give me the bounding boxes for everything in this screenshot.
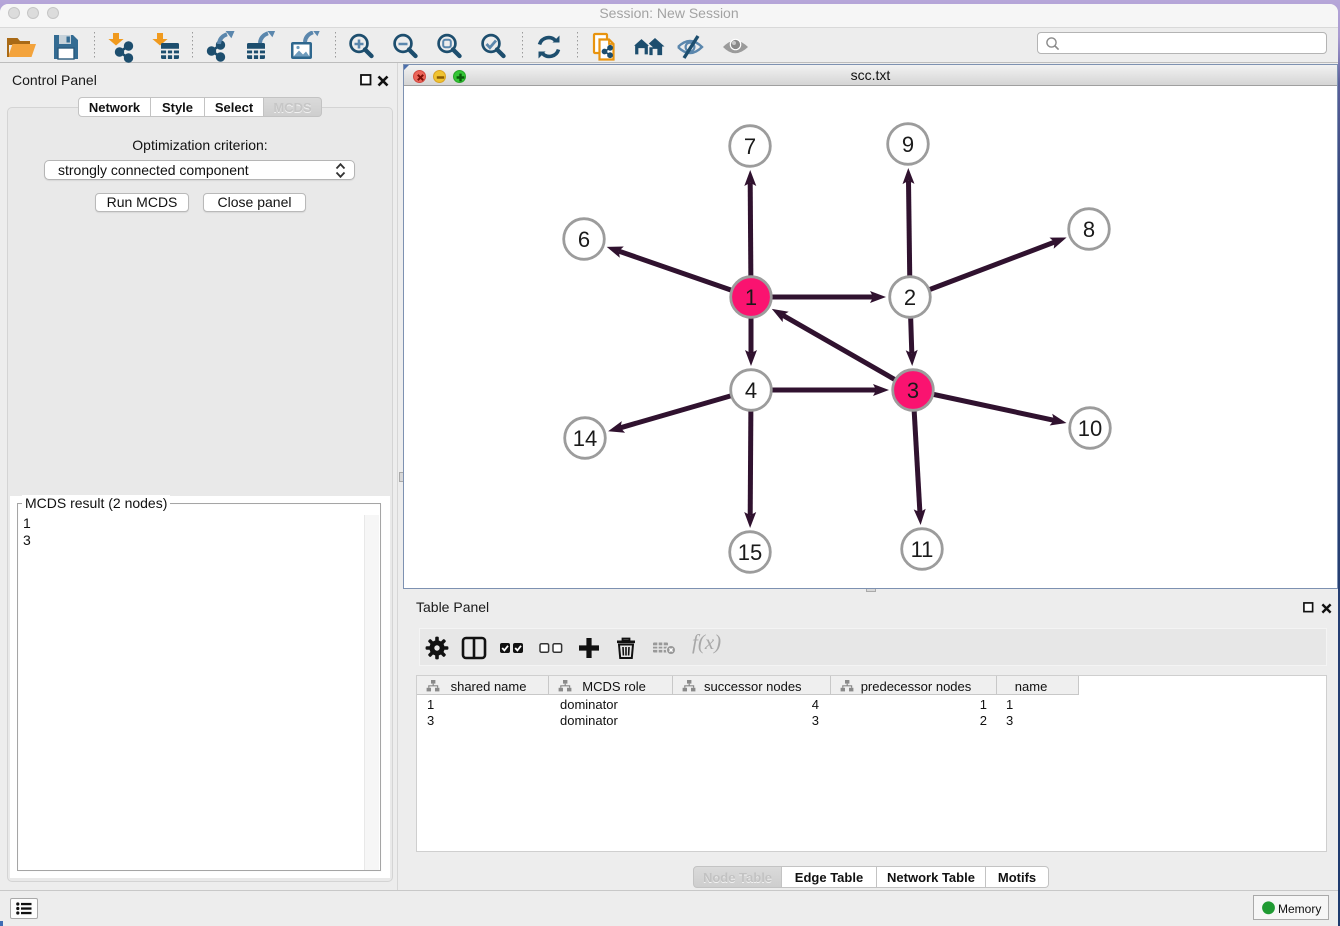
- svg-text:2: 2: [904, 285, 916, 310]
- svg-text:8: 8: [1083, 217, 1095, 242]
- svg-text:9: 9: [902, 132, 914, 157]
- svg-text:4: 4: [745, 378, 757, 403]
- svg-text:15: 15: [738, 540, 762, 565]
- svg-text:10: 10: [1078, 416, 1102, 441]
- svg-text:7: 7: [744, 134, 756, 159]
- svg-text:3: 3: [907, 378, 919, 403]
- svg-text:11: 11: [911, 537, 934, 562]
- svg-text:1: 1: [745, 285, 757, 310]
- svg-text:14: 14: [573, 426, 597, 451]
- svg-text:6: 6: [578, 227, 590, 252]
